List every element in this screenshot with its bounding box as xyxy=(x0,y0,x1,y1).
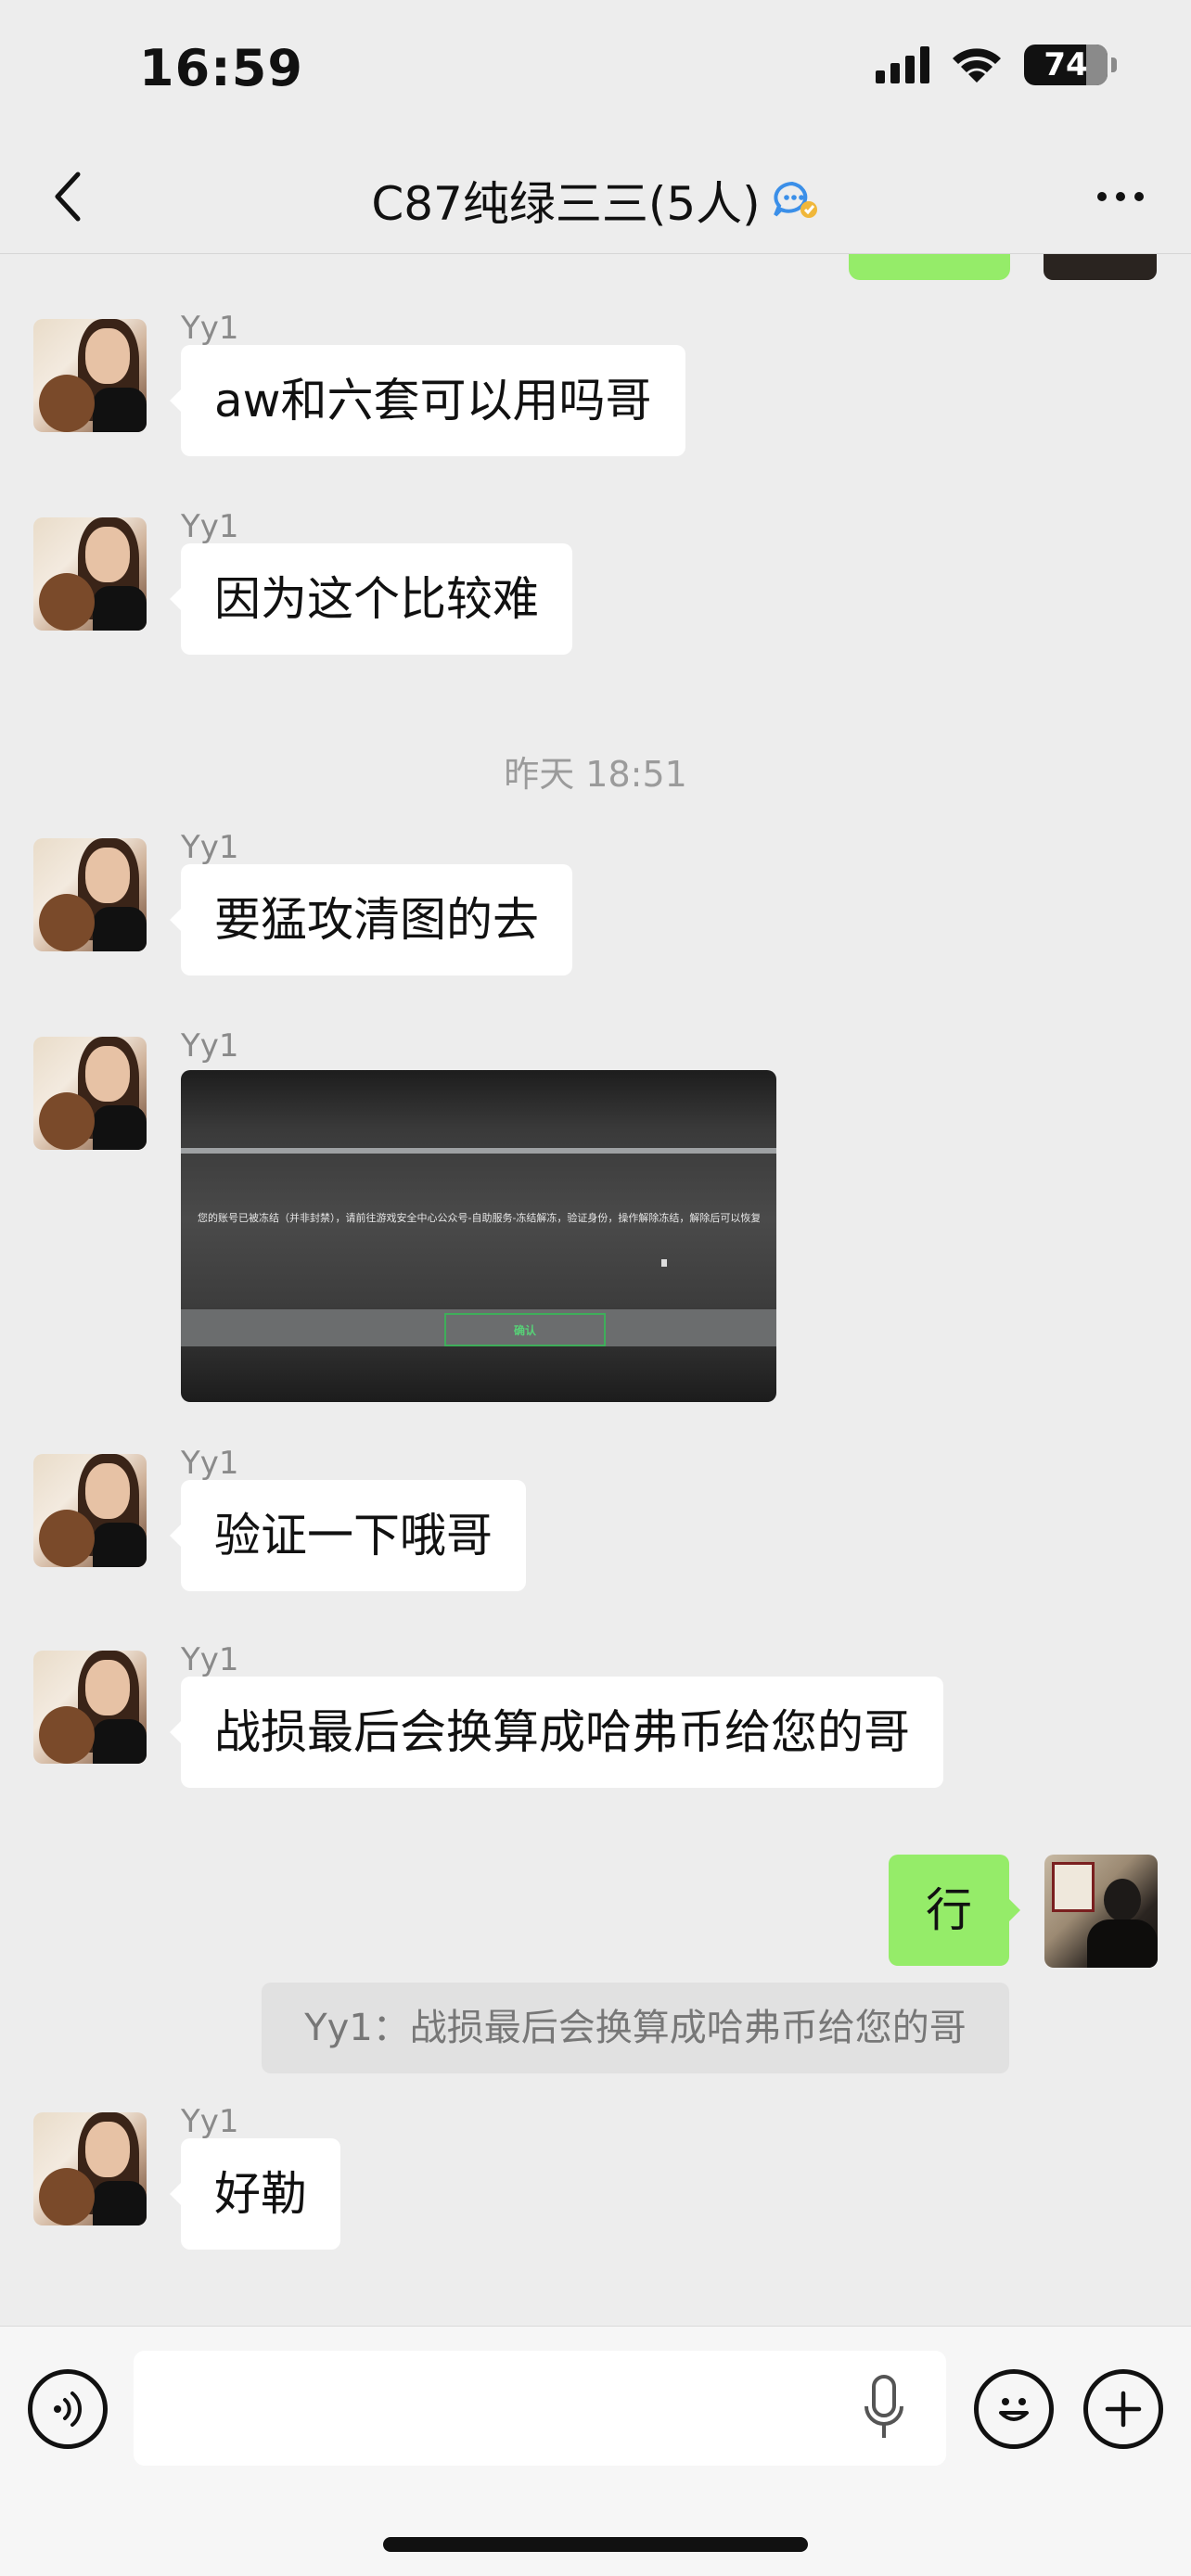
message-input[interactable] xyxy=(134,2351,946,2466)
chat-list[interactable]: Yy1 aw和六套可以用吗哥 Yy1 因为这个比较难 昨天 18:51 Yy1 … xyxy=(0,254,1191,2326)
status-bar: 16:59 74 xyxy=(0,0,1191,139)
cursor-icon xyxy=(661,1259,667,1267)
avatar[interactable] xyxy=(33,2112,147,2225)
quoted-message[interactable]: Yy1：战损最后会换算成哈弗币给您的哥 xyxy=(262,1983,1009,2073)
more-dots-icon[interactable] xyxy=(1083,163,1158,230)
plus-icon[interactable] xyxy=(1083,2369,1163,2449)
wifi-icon xyxy=(953,48,1001,83)
avatar[interactable] xyxy=(33,1454,147,1567)
chat-title-container: C87纯绿三三(5人) xyxy=(0,167,1191,234)
chat-title-wrap[interactable]: C87纯绿三三(5人) xyxy=(371,167,819,234)
sender-name: Yy1 xyxy=(181,2103,239,2140)
avatar[interactable] xyxy=(33,517,147,631)
message-bubble[interactable]: aw和六套可以用吗哥 xyxy=(170,345,685,456)
message-bubble[interactable]: 验证一下哦哥 xyxy=(170,1480,526,1591)
message-bubble[interactable]: 因为这个比较难 xyxy=(170,543,572,655)
my-message-bubble[interactable]: 行 xyxy=(889,1855,1020,1966)
sender-name: Yy1 xyxy=(181,1641,239,1678)
chat-header: C87纯绿三三(5人) xyxy=(0,139,1191,254)
avatar[interactable] xyxy=(33,319,147,432)
signal-icon xyxy=(876,46,929,83)
timestamp: 昨天 18:51 xyxy=(504,754,687,795)
avatar[interactable] xyxy=(33,838,147,951)
chat-bubble-icon xyxy=(773,181,817,218)
screen-edge xyxy=(181,1148,776,1154)
sender-name: Yy1 xyxy=(181,1445,239,1482)
home-indicator[interactable] xyxy=(383,2537,808,2552)
image-confirm-button: 确认 xyxy=(444,1313,606,1346)
partial-my-bubble xyxy=(849,254,1010,280)
mic-icon[interactable] xyxy=(863,2373,905,2443)
partial-my-avatar xyxy=(1044,254,1157,280)
avatar[interactable] xyxy=(33,1037,147,1150)
image-message[interactable]: 您的账号已被冻结（并非封禁），请前往游戏安全中心公众号-自助服务-冻结解冻，验证… xyxy=(181,1070,776,1402)
message-bubble[interactable]: 要猛攻清图的去 xyxy=(170,864,572,976)
status-icons: 74 xyxy=(876,45,1117,85)
status-time: 16:59 xyxy=(139,39,303,97)
avatar[interactable] xyxy=(33,1651,147,1764)
image-notice-text: 您的账号已被冻结（并非封禁），请前往游戏安全中心公众号-自助服务-冻结解冻，验证… xyxy=(198,1212,760,1224)
sender-name: Yy1 xyxy=(181,1027,239,1065)
battery-empty-part xyxy=(1085,45,1108,85)
voice-icon[interactable] xyxy=(28,2369,108,2449)
message-bubble[interactable]: 战损最后会换算成哈弗币给您的哥 xyxy=(170,1677,943,1788)
sender-name: Yy1 xyxy=(181,508,239,545)
battery-icon: 74 xyxy=(1024,45,1117,85)
sender-name: Yy1 xyxy=(181,310,239,347)
message-bubble[interactable]: 好勒 xyxy=(170,2138,340,2250)
battery-level: 74 xyxy=(1044,46,1088,83)
emoji-icon[interactable] xyxy=(974,2369,1054,2449)
my-avatar[interactable] xyxy=(1044,1855,1158,1968)
image-confirm-label: 确认 xyxy=(513,1323,536,1337)
sender-name: Yy1 xyxy=(181,829,239,866)
chat-title: C87纯绿三三(5人) xyxy=(371,177,761,231)
